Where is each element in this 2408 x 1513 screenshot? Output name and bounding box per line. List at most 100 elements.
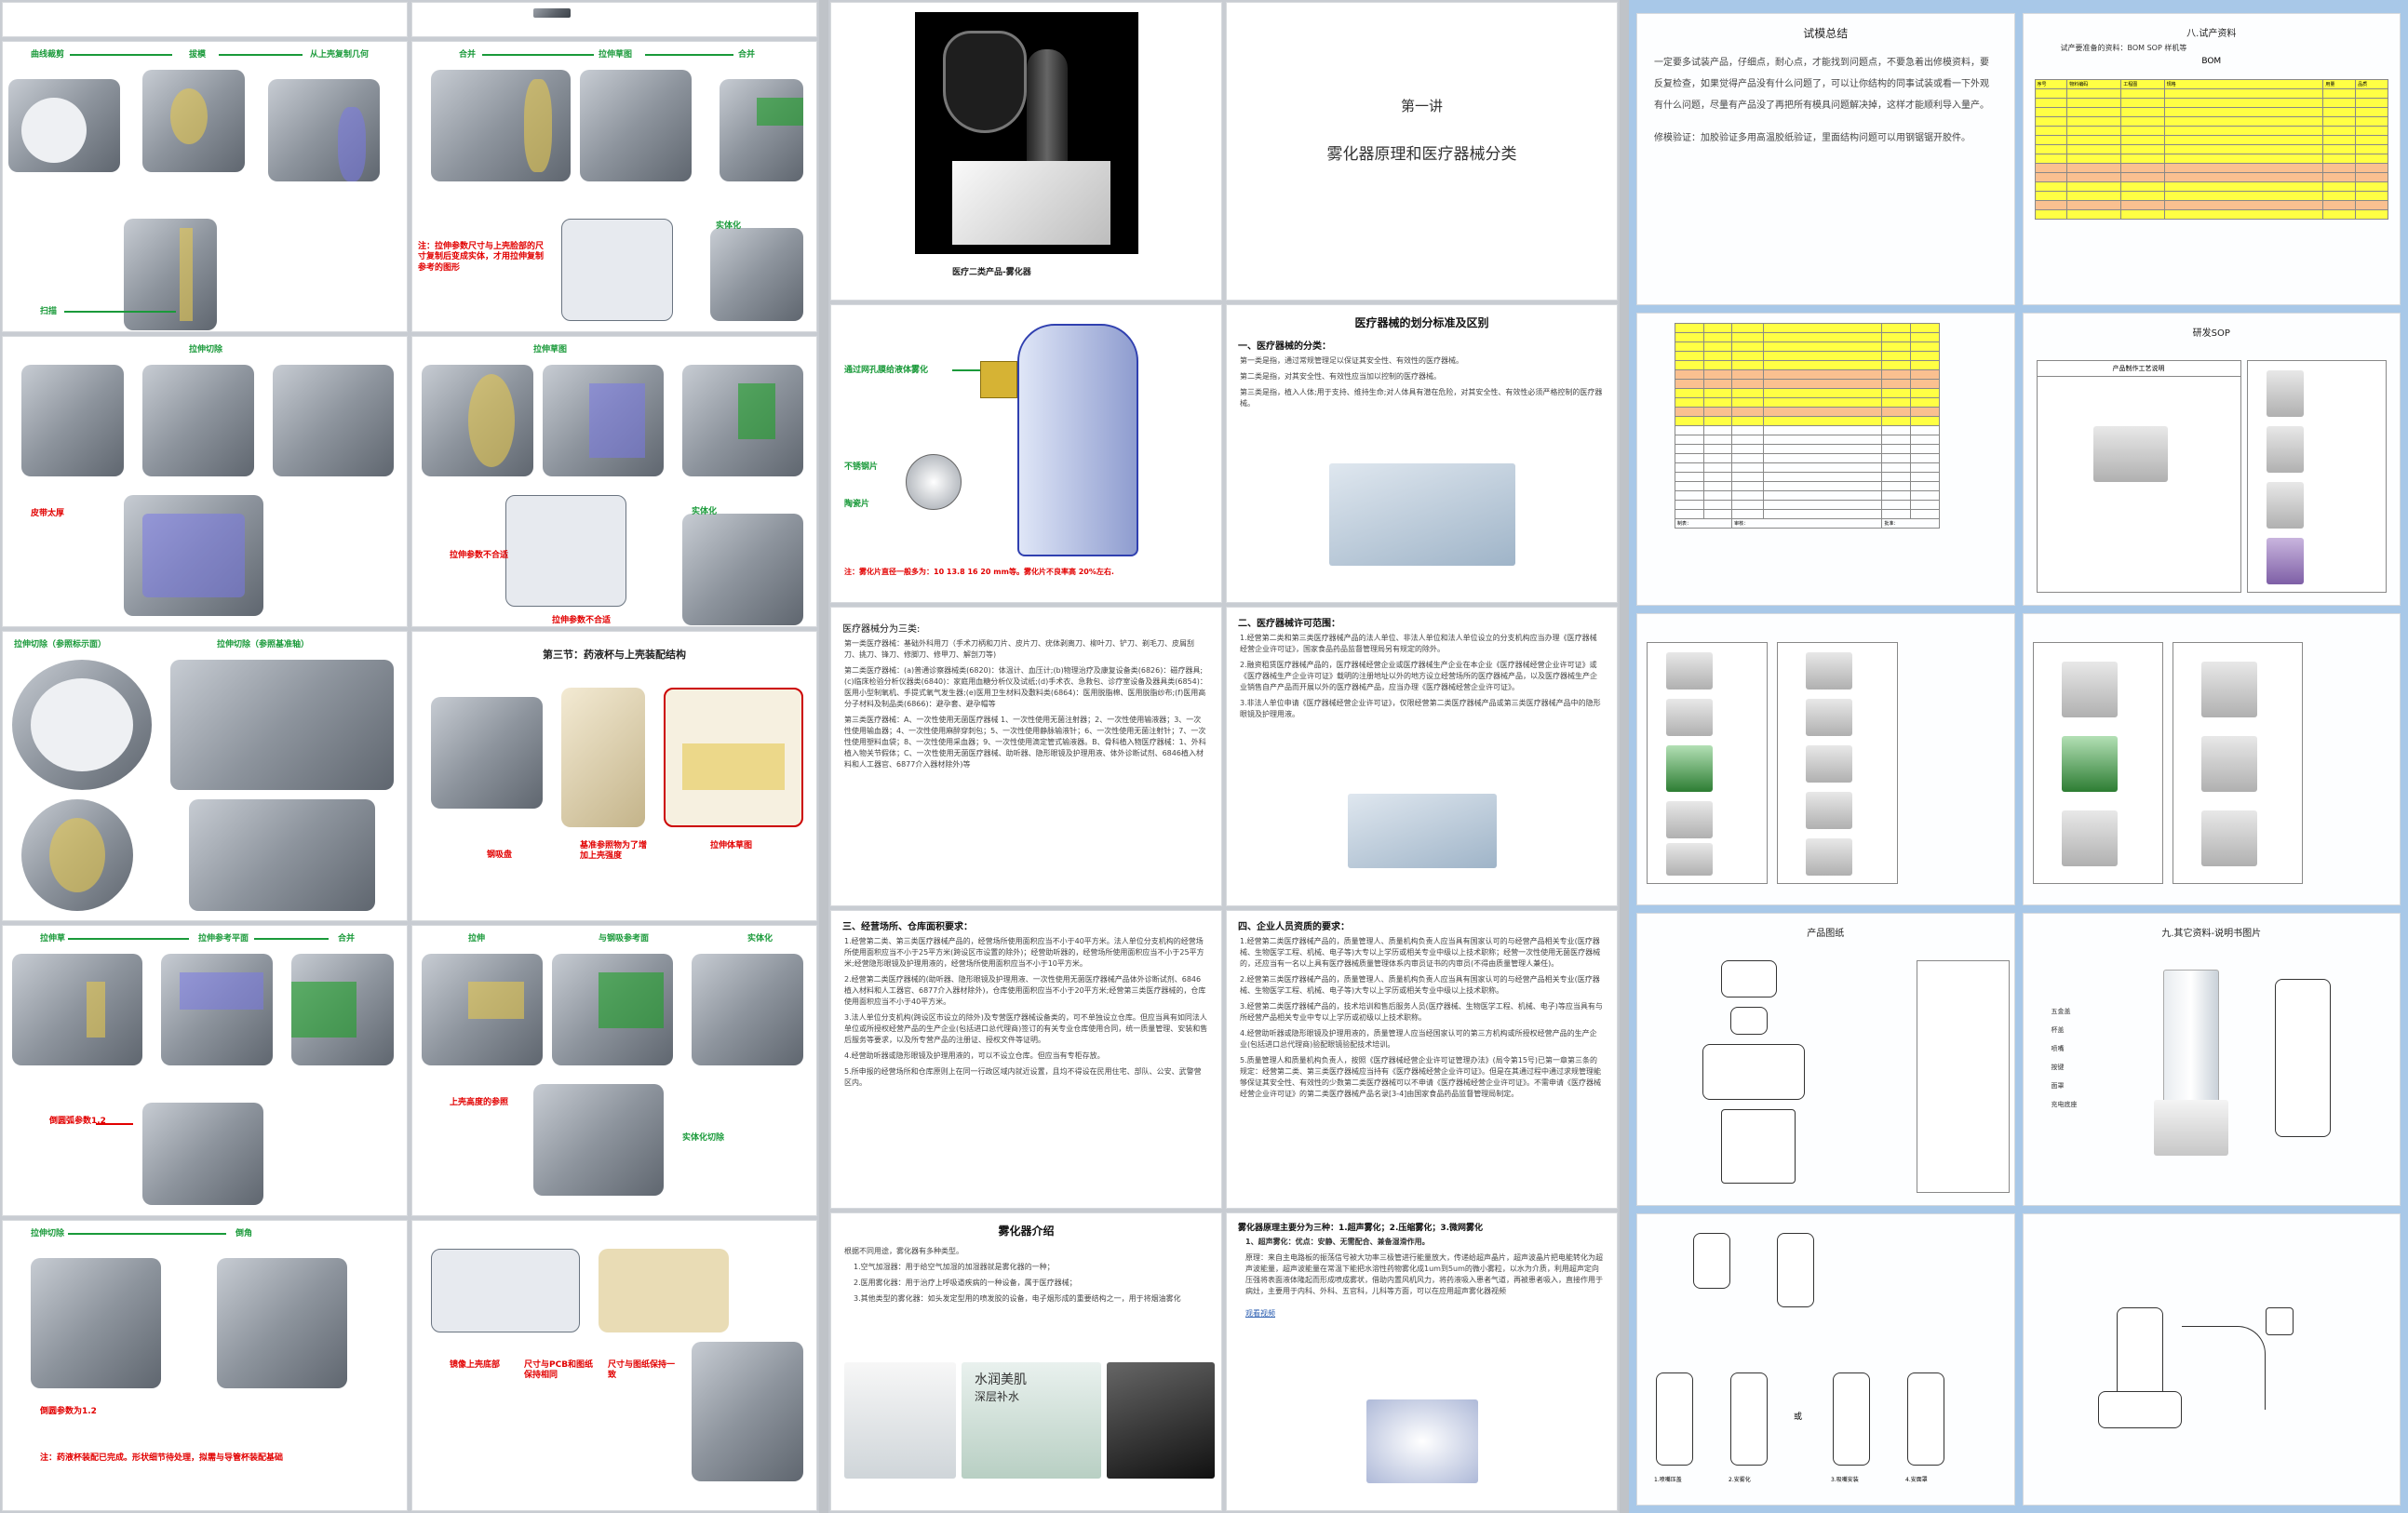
sop-photo <box>2266 482 2304 529</box>
cad-page-cut-reference[interactable]: 拉伸切除（参照标示面） 拉伸切除（参照基准轴） <box>2 630 408 922</box>
step-label: 实体化 <box>716 221 742 231</box>
step-label: 与钢吸参考面 <box>599 934 650 944</box>
page-title: 八.试产资料 <box>2186 29 2237 39</box>
cad-page-fillet[interactable]: 拉伸草 拉伸参考平面 合并 倒圆弧参数1.2 <box>2 925 408 1217</box>
step-label: 拉伸切除（参照基准轴） <box>217 639 310 649</box>
paragraph: 第三类医疗器械：A、一次性使用无菌医疗器械 1、一次性使用无菌注射器；2、一次性… <box>844 716 1206 770</box>
cad-highlight <box>757 98 803 126</box>
cad-page-top-right[interactable] <box>411 2 817 37</box>
drawing-part <box>1907 1372 1944 1466</box>
cad-page-reference-solid[interactable]: 拉伸 与钢吸参考面 实体化 上壳高度的参照 实体化切除 <box>411 925 817 1217</box>
sop-photo <box>2200 661 2257 717</box>
manual-images-page[interactable]: 九.其它资料-说明书图片 五金盖 杯盖 喷嘴 按键 面罩 充电底座 <box>2022 913 2401 1206</box>
bom-page[interactable]: 八.试产资料 试产要准备的资料：BOM SOP 样机等 BOM 序号 物料编码 工程… <box>2022 13 2401 306</box>
annotation: 尺寸与PCB和图纸保持相同 <box>524 1360 594 1381</box>
sop-page[interactable]: 研发SOP 产品制作工艺说明 <box>2022 313 2401 606</box>
sop-steps-page[interactable] <box>2022 612 2401 906</box>
sop-photo <box>2061 735 2118 792</box>
cad-page-mirror[interactable]: 镜像上壳底部 尺寸与PCB和图纸保持相同 尺寸与图纸保持一致 <box>411 1220 817 1511</box>
skincare-photo: 水润美肌 深层补水 <box>962 1361 1101 1479</box>
slide-heading: 医疗器械分为三类: <box>842 624 921 636</box>
license-slide[interactable]: 二、医疗器械许可范围： 1.经营第二类和第三类医疗器械产品的法人单位、非法人单位… <box>1226 607 1618 906</box>
trial-summary-page[interactable]: 试模总结 一定要多试装产品，仔细点，耐心点，才能找到问题点，不要急着出修模资料，… <box>1636 13 2015 306</box>
cad-page-extrude-cut[interactable]: 拉伸切除 皮带太厚 <box>2 335 408 627</box>
cad-part <box>692 1342 803 1482</box>
callout: 不锈钢片 <box>844 462 879 473</box>
cad-page-top-left[interactable] <box>2 2 408 37</box>
exploded-drawing-page[interactable]: 产品图纸 <box>1636 913 2015 1206</box>
annotation: 镜像上壳底部 <box>450 1360 501 1371</box>
cad-part <box>692 954 803 1066</box>
drawing-part <box>1777 1232 1814 1307</box>
step-label: 拉伸切除 <box>31 1229 65 1239</box>
product-photo <box>2162 970 2219 1110</box>
sop-photo <box>2266 538 2304 585</box>
cad-page-merge-extrude[interactable]: 合并 拉伸草图 合并 注：拉伸参数尺寸与上壳脸部的尺寸复制后变成实体，才用拉伸复… <box>411 41 817 332</box>
cad-page-cut-draft[interactable]: 曲线裁剪 拔模 从上壳复制几何 扫描 <box>2 41 408 332</box>
cad-part <box>533 1084 664 1197</box>
slide-heading: 雾化器原理主要分为三种：1.超声雾化；2.压缩雾化；3.微网雾化 <box>1238 1223 1484 1233</box>
principle-slide[interactable]: 雾化器原理主要分为三种：1.超声雾化；2.压缩雾化；3.微网雾化 1、超声雾化：… <box>1226 1212 1618 1511</box>
warehouse-slide[interactable]: 三、经营场所、仓库面积要求： 1.经营第二类、第三类医疗器械产品的，经营场所使用… <box>830 909 1222 1209</box>
device-section-slide[interactable]: 通过网孔膜给液体雾化 不锈钢片 陶瓷片 注：雾化片直径一般多为：10 13.8 … <box>830 304 1222 604</box>
cad-sketch <box>431 1249 580 1333</box>
part-label: 杯盖 <box>2051 1026 2065 1035</box>
step-label: 拉伸草图 <box>599 50 633 60</box>
step-label: 曲线裁剪 <box>31 50 65 60</box>
charger-drawing-page[interactable] <box>2022 1212 2401 1506</box>
paragraph: 4.经营助听器或隐形眼镜及护理用液的，质量管理人应当经国家认可的第三方机构或所授… <box>1240 1028 1597 1049</box>
step-label: 拉伸草图 <box>533 344 568 355</box>
annotation: 基准参照物为了增加上壳强度 <box>580 840 648 861</box>
cad-page-sketch-extrude[interactable]: 拉伸草图 拉伸参数不合适 拉伸参数不合适 实体化 <box>411 335 817 627</box>
annotation: 尺寸与图纸保持一致 <box>608 1360 676 1381</box>
step-label: 拉伸切除（参照标示面） <box>14 639 107 649</box>
cad-part <box>170 659 394 790</box>
video-link[interactable]: 观看视频 <box>1245 1309 1275 1318</box>
sop-steps-page[interactable] <box>1636 612 2015 906</box>
product-cover-slide[interactable]: 医疗二类产品-雾化器 <box>830 2 1222 301</box>
cad-page-cup-assembly[interactable]: 第三节：药液杯与上壳装配结构 钢吸盘 基准参照物为了增加上壳强度 拉伸体草图 <box>411 630 817 922</box>
paragraph: 1.经营第二类、第三类医疗器械产品的，经营场所使用面积应当不小于40平方米。法人… <box>844 936 1204 968</box>
drawing-part <box>2097 1390 2182 1428</box>
bom-continued-page[interactable]: 制表： 审核： 批准： <box>1636 313 2015 606</box>
cad-highlight <box>524 79 552 172</box>
cad-part <box>710 228 803 321</box>
slide-title: 雾化器介绍 <box>998 1224 1055 1238</box>
step-label: 实体化 <box>747 934 774 944</box>
paragraph: 1.经营第二类和第三类医疗器械产品的法人单位、非法人单位和法人单位设立的分支机构… <box>1240 634 1597 654</box>
paragraph: 5.质量管理人和质量机构负责人，按照《医疗器械经营企业许可证管理办法》(局令第1… <box>1240 1055 1601 1098</box>
arrow <box>64 311 176 313</box>
cad-part <box>161 954 273 1066</box>
cad-page-chamfer[interactable]: 拉伸切除 倒角 倒圆参数为1.2 注：药液杯装配已完成。形状细节待处理，拟需与导… <box>2 1220 408 1511</box>
device-section-diagram <box>1017 324 1138 557</box>
classification-slide[interactable]: 医疗器械的划分标准及区别 一、医疗器械的分类： 第一类是指，通过常规管理足以保证… <box>1226 304 1618 604</box>
step-label: 扫描 <box>40 307 58 316</box>
assembly-steps-page[interactable]: 或 1.喷嘴压盖 2.安雾化 3.吸嘴安装 4.安面罩 <box>1636 1212 2015 1506</box>
lecture-title-slide[interactable]: 第一讲 雾化器原理和医疗器械分类 <box>1226 2 1618 301</box>
arrow <box>68 938 189 941</box>
cad-highlight <box>682 743 785 790</box>
sop-form <box>2032 641 2163 884</box>
arrow <box>952 369 980 372</box>
cad-part <box>720 79 803 181</box>
nebulizer-intro-slide[interactable]: 雾化器介绍 根据不同用途，雾化器有多种类型。 1.空气加湿器：用于给空气加湿的加… <box>830 1212 1222 1511</box>
annotation: 拉伸参数不合适 <box>450 550 509 560</box>
cad-part <box>273 364 394 476</box>
slide-heading: 二、医疗器械许可范围： <box>1238 619 1340 630</box>
paragraph: 2.经营第二类医疗器械的(助听器、隐形眼镜及护理用液、一次性使用无菌医疗器械产品… <box>844 974 1206 1006</box>
step-label: 拉伸参考平面 <box>198 934 249 944</box>
step-label: 拉伸 <box>468 934 486 944</box>
nebulizer-photo <box>1366 1399 1478 1483</box>
paragraph: 4.经营助听器或隐形眼镜及护理用液的，可以不设立仓库。但应当有专柜存放。 <box>844 1051 1105 1060</box>
cad-highlight <box>291 982 356 1038</box>
cad-highlight <box>180 972 263 1011</box>
page-title: 九.其它资料-说明书图片 <box>2161 929 2262 940</box>
part-label: 五金盖 <box>2051 1008 2071 1016</box>
cad-part <box>31 1258 161 1389</box>
annotation: 上壳高度的参照 <box>450 1098 509 1108</box>
three-classes-slide[interactable]: 医疗器械分为三类: 第一类医疗器械：基础外科用刀（手术刀柄和刀片、皮片刀、疣体剥… <box>830 607 1222 906</box>
staff-slide[interactable]: 四、企业人员资质的要求： 1.经营第二类医疗器械产品的，质量管理人、质量机构负责… <box>1226 909 1618 1209</box>
paragraph: 原理：来自主电路板的振荡信号被大功率三极管进行能量放大，传递给超声晶片，超声波晶… <box>1245 1252 1603 1295</box>
cad-highlight <box>738 382 775 439</box>
part-label: 按键 <box>2051 1064 2065 1072</box>
